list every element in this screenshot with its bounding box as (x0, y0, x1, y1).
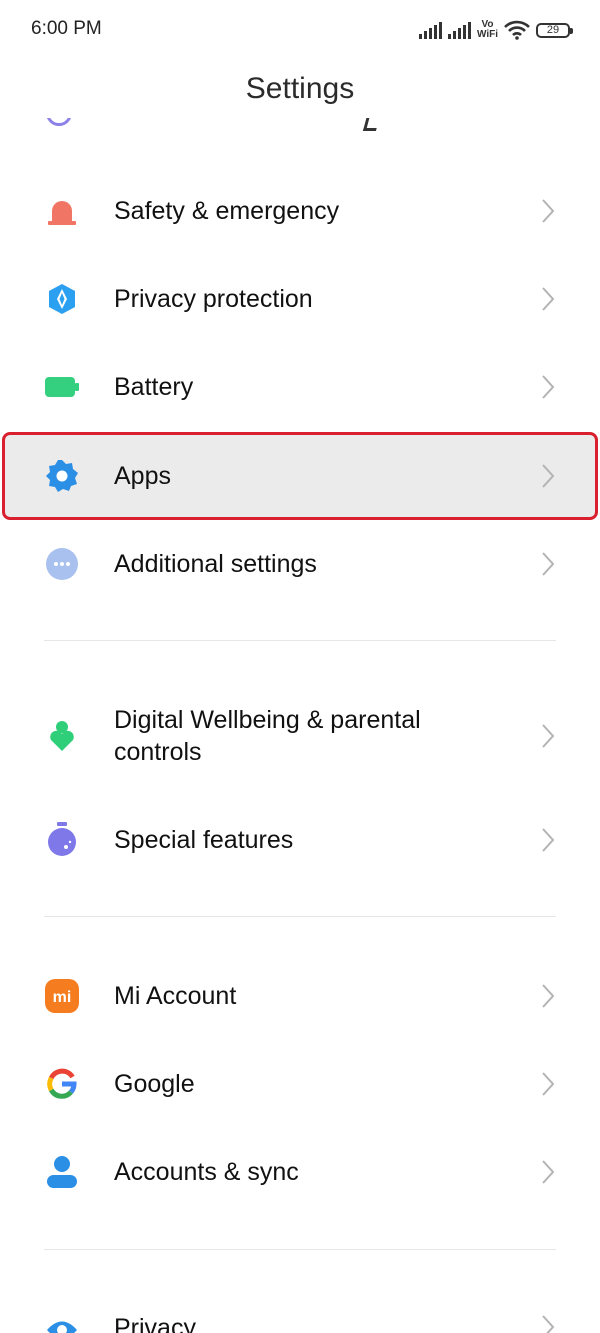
chevron-right-icon (542, 287, 555, 311)
flask-icon (44, 822, 80, 858)
status-bar: 6:00 PM Vo WiFi 29 (0, 0, 600, 58)
chevron-right-icon (542, 464, 555, 488)
settings-item-special-features[interactable]: Special features (0, 796, 600, 884)
shield-icon (44, 281, 80, 317)
settings-item-google[interactable]: Google (0, 1040, 600, 1128)
settings-item-privacy[interactable]: Privacy (0, 1286, 600, 1333)
wellbeing-icon (44, 718, 80, 754)
status-time: 6:00 PM (31, 18, 102, 39)
svg-text:mi: mi (53, 989, 72, 1006)
settings-item-label: Safety & emergency (114, 197, 340, 225)
section-divider (44, 916, 556, 917)
settings-item-label: Privacy protection (114, 285, 313, 313)
chevron-right-icon (542, 724, 555, 748)
page-title: Settings (245, 72, 355, 105)
settings-item-safety-emergency[interactable]: Safety & emergency (0, 167, 600, 255)
settings-item-digital-wellbeing[interactable]: Digital Wellbeing & parental controls (0, 690, 600, 782)
eye-icon (44, 1312, 80, 1333)
alarm-icon (44, 193, 80, 229)
chevron-right-icon (542, 1072, 555, 1096)
chevron-right-icon (542, 1315, 555, 1333)
settings-item-label: Additional settings (114, 550, 317, 578)
settings-item-label: Digital Wellbeing & parental (114, 706, 421, 734)
chevron-right-icon (542, 375, 555, 399)
section-divider (44, 640, 556, 641)
section-divider (44, 1249, 556, 1250)
more-dots-icon (44, 546, 80, 582)
chevron-right-icon (542, 828, 555, 852)
chevron-right-icon (542, 552, 555, 576)
settings-item-label: Mi Account (114, 982, 237, 1010)
settings-item-label: Accounts & sync (114, 1158, 299, 1186)
settings-item-label: Battery (114, 373, 194, 401)
settings-item-label: Google (114, 1070, 195, 1098)
settings-item-battery[interactable]: Battery (0, 343, 600, 431)
status-icons: Vo WiFi 29 (418, 17, 573, 43)
settings-item-label: Apps (114, 462, 171, 490)
settings-item-label: Special features (114, 826, 294, 854)
settings-item-mi-account[interactable]: mi Mi Account (0, 952, 600, 1040)
vowifi-icon: Vo WiFi (476, 19, 498, 40)
partial-settings-row[interactable] (0, 118, 600, 140)
wifi-icon (504, 20, 530, 40)
settings-item-apps[interactable]: Apps (0, 432, 600, 520)
gear-icon (44, 458, 80, 494)
battery-status-icon: 29 (536, 22, 573, 38)
settings-item-label: Privacy (114, 1314, 196, 1333)
settings-item-accounts-sync[interactable]: Accounts & sync (0, 1128, 600, 1216)
settings-item-label: controls (114, 738, 202, 766)
signal-icon (447, 21, 471, 39)
chevron-right-icon (542, 1160, 555, 1184)
chevron-right-icon (542, 199, 555, 223)
person-icon (44, 1154, 80, 1190)
partial-item-text-fragment (362, 118, 383, 131)
battery-icon (44, 369, 80, 405)
mi-logo-icon: mi (44, 978, 80, 1014)
settings-item-additional-settings[interactable]: Additional settings (0, 520, 600, 608)
settings-item-privacy-protection[interactable]: Privacy protection (0, 255, 600, 343)
google-icon (44, 1066, 80, 1102)
partial-item-icon (46, 118, 72, 126)
signal-icon (418, 21, 442, 39)
chevron-right-icon (542, 984, 555, 1008)
